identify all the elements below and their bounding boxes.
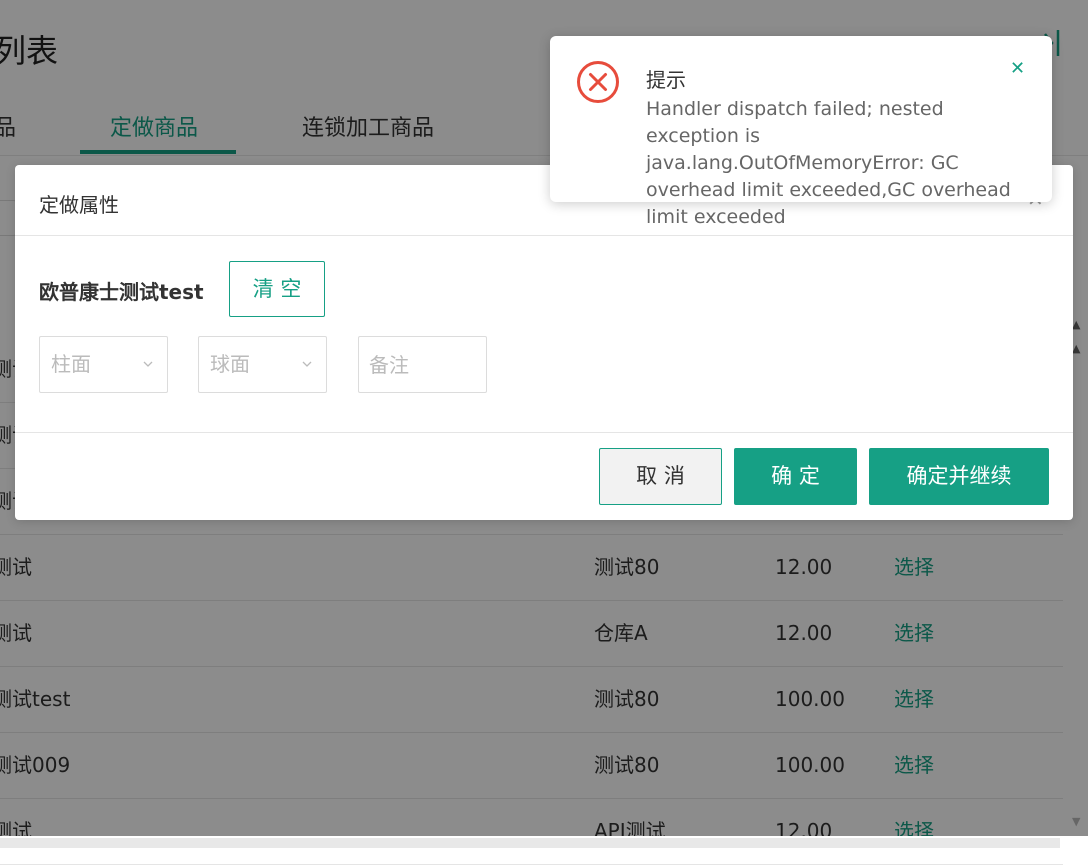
product-name: 欧普康士测试test (39, 280, 204, 304)
dialog-footer-divider (15, 432, 1073, 433)
scroll-down-icon[interactable]: ▼ (1072, 815, 1080, 828)
cancel-button[interactable]: 取 消 (599, 448, 722, 505)
chevron-down-icon (143, 361, 153, 367)
notification-message: Handler dispatch failed; nested exceptio… (646, 98, 1011, 228)
note-input[interactable] (358, 336, 487, 393)
chevron-down-icon (302, 361, 312, 367)
clear-button[interactable]: 清 空 (229, 261, 325, 317)
error-circle-icon (577, 61, 619, 103)
horizontal-scrollbar-thumb[interactable] (0, 838, 1060, 848)
sphere-placeholder: 球面 (210, 352, 250, 376)
cylinder-select[interactable]: 柱面 (39, 336, 168, 393)
sphere-select[interactable]: 球面 (198, 336, 327, 393)
cylinder-placeholder: 柱面 (51, 352, 91, 376)
notification-title: 提示 (646, 68, 686, 92)
dialog-title: 定做属性 (39, 193, 119, 217)
confirm-button[interactable]: 确 定 (734, 448, 857, 505)
confirm-and-continue-button[interactable]: 确定并继续 (869, 448, 1049, 505)
close-icon[interactable]: ✕ (1010, 58, 1025, 79)
dialog-header-divider (15, 235, 1073, 236)
error-notification: 提示 Handler dispatch failed; nested excep… (550, 36, 1052, 228)
